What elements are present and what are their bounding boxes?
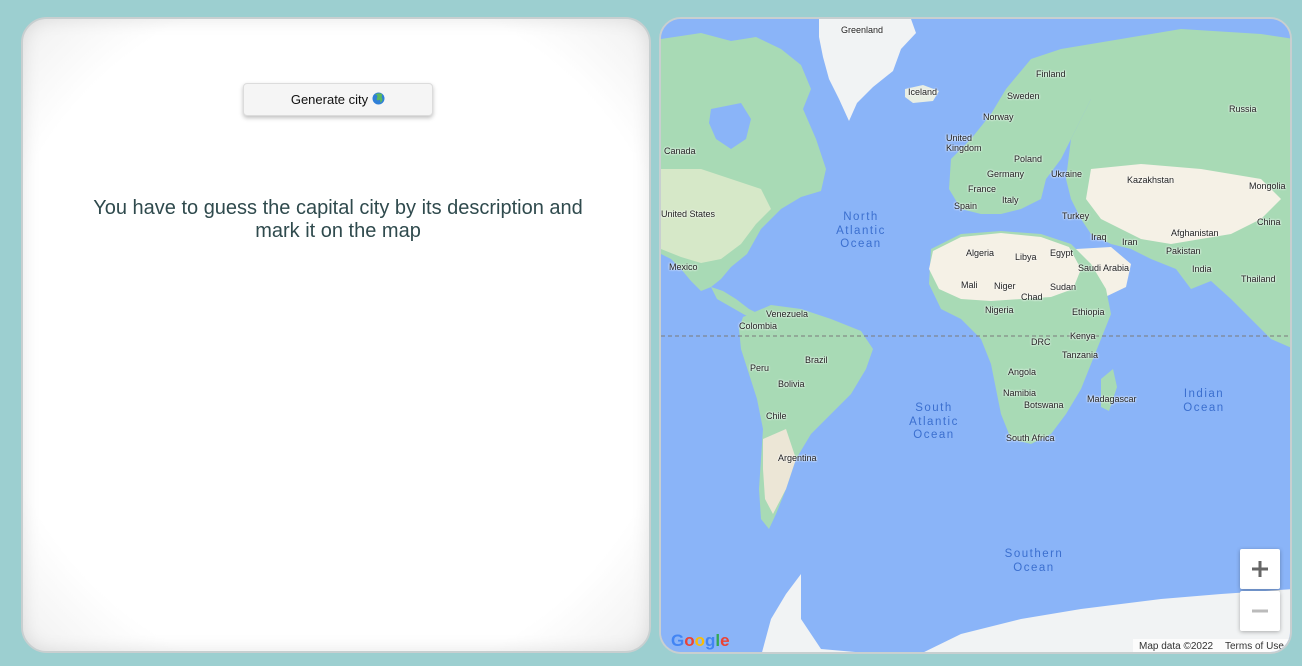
game-panel: Generate city You have to guess the capi… xyxy=(21,17,651,653)
label-thailand: Thailand xyxy=(1241,274,1276,284)
label-argentina: Argentina xyxy=(778,453,817,463)
label-kenya: Kenya xyxy=(1070,331,1096,341)
label-namibia: Namibia xyxy=(1003,388,1037,398)
label-southern-ocean: Southern Ocean xyxy=(1004,548,1064,574)
minus-icon xyxy=(1252,609,1268,613)
label-angola: Angola xyxy=(1008,367,1037,377)
label-canada: Canada xyxy=(664,146,696,156)
label-russia: Russia xyxy=(1229,104,1257,114)
label-chad: Chad xyxy=(1021,292,1043,302)
terms-of-use-link[interactable]: Terms of Use xyxy=(1219,639,1290,652)
label-united-states: United States xyxy=(661,209,716,219)
label-sudan: Sudan xyxy=(1050,282,1077,292)
plus-icon xyxy=(1252,561,1268,577)
label-pakistan: Pakistan xyxy=(1166,246,1201,256)
label-sweden: Sweden xyxy=(1007,91,1040,101)
label-colombia: Colombia xyxy=(739,321,778,331)
instructions-text: You have to guess the capital city by it… xyxy=(93,197,583,242)
label-egypt: Egypt xyxy=(1050,248,1074,258)
label-iraq: Iraq xyxy=(1091,232,1107,242)
label-botswana: Botswana xyxy=(1024,400,1064,410)
label-north-atlantic-ocean: North Atlantic Ocean xyxy=(836,211,886,250)
label-france: France xyxy=(968,184,997,194)
label-chile: Chile xyxy=(766,411,787,421)
label-ethiopia: Ethiopia xyxy=(1072,307,1105,317)
label-ukraine: Ukraine xyxy=(1051,169,1083,179)
label-libya: Libya xyxy=(1015,252,1037,262)
zoom-out-button[interactable] xyxy=(1240,591,1280,631)
label-united-kingdom: United Kingdom xyxy=(946,133,982,153)
label-south-atlantic-ocean: South Atlantic Ocean xyxy=(909,402,959,441)
label-brazil: Brazil xyxy=(805,355,828,365)
generate-city-label: Generate city xyxy=(290,92,369,107)
label-indian-ocean: Indian Ocean xyxy=(1183,388,1225,414)
label-madagascar: Madagascar xyxy=(1087,394,1137,404)
label-south-africa: South Africa xyxy=(1006,433,1055,443)
label-iran: Iran xyxy=(1122,237,1138,247)
map-canvas[interactable] xyxy=(661,19,1292,654)
label-mexico: Mexico xyxy=(669,262,698,272)
label-drc: DRC xyxy=(1031,337,1051,347)
label-peru: Peru xyxy=(750,363,770,373)
globe-icon xyxy=(372,92,385,108)
label-iceland: Iceland xyxy=(908,87,938,97)
label-finland: Finland xyxy=(1036,69,1066,79)
label-mali: Mali xyxy=(961,280,978,290)
label-poland: Poland xyxy=(1014,154,1043,164)
generate-city-button[interactable]: Generate city xyxy=(243,83,433,116)
label-afghanistan: Afghanistan xyxy=(1171,228,1219,238)
map-data-attribution: Map data ©2022 xyxy=(1133,639,1220,652)
label-tanzania: Tanzania xyxy=(1062,350,1099,360)
label-algeria: Algeria xyxy=(966,248,995,258)
label-mongolia: Mongolia xyxy=(1249,181,1286,191)
label-nigeria: Nigeria xyxy=(985,305,1014,315)
label-kazakhstan: Kazakhstan xyxy=(1127,175,1175,185)
label-india: India xyxy=(1192,264,1212,274)
label-greenland: Greenland xyxy=(841,25,884,35)
google-logo: Google xyxy=(671,631,730,650)
label-germany: Germany xyxy=(987,169,1025,179)
zoom-in-button[interactable] xyxy=(1240,549,1280,589)
label-turkey: Turkey xyxy=(1062,211,1090,221)
label-china: China xyxy=(1257,217,1281,227)
world-map[interactable]: Greenland Iceland Finland Sweden Norway … xyxy=(659,17,1292,654)
label-venezuela: Venezuela xyxy=(766,309,809,319)
label-niger: Niger xyxy=(994,281,1016,291)
label-bolivia: Bolivia xyxy=(778,379,805,389)
label-spain: Spain xyxy=(954,201,978,211)
label-norway: Norway xyxy=(983,112,1014,122)
label-italy: Italy xyxy=(1002,195,1019,205)
label-saudi-arabia: Saudi Arabia xyxy=(1078,263,1130,273)
